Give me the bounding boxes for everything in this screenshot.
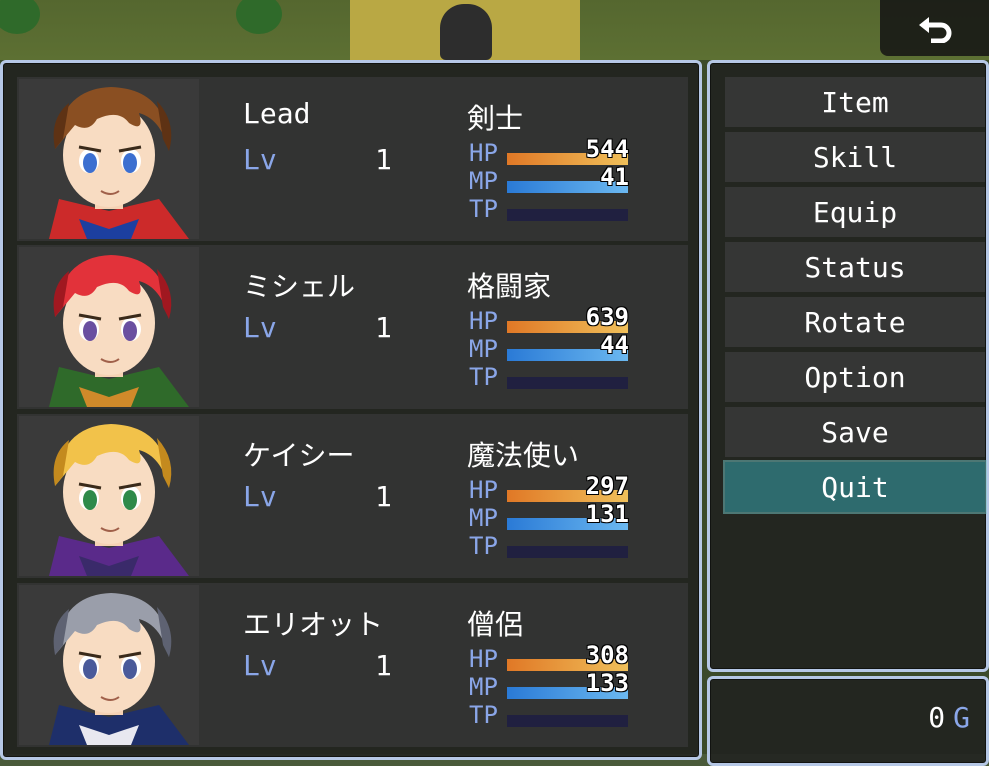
back-button[interactable] xyxy=(880,0,989,56)
actor-row[interactable]: ケイシー Lv 1 魔法使い HP 297 MP 131 TP xyxy=(17,414,688,578)
menu-command-option[interactable]: Option xyxy=(725,352,985,402)
level-label: Lv xyxy=(243,480,277,513)
actor-class: 格闘家 xyxy=(467,270,552,303)
mp-gauge: MP 131 xyxy=(469,500,639,532)
mp-label: MP xyxy=(469,335,498,363)
mp-gauge: MP 44 xyxy=(469,331,639,363)
gold-display: 0G xyxy=(928,701,970,734)
hp-label: HP xyxy=(469,307,498,335)
level-value: 1 xyxy=(375,143,392,176)
level-value: 1 xyxy=(375,311,392,344)
mp-label: MP xyxy=(469,673,498,701)
mp-gauge: MP 41 xyxy=(469,163,639,195)
party-status-window: Lead Lv 1 剣士 HP 544 MP 41 TP ミシェル Lv 1 格… xyxy=(0,60,702,760)
tree-sprite xyxy=(0,0,40,34)
actor-row[interactable]: ミシェル Lv 1 格闘家 HP 639 MP 44 TP xyxy=(17,245,688,409)
menu-command-save[interactable]: Save xyxy=(725,407,985,457)
actor-class: 魔法使い xyxy=(467,439,580,472)
tp-bar-track xyxy=(507,377,628,389)
hp-label: HP xyxy=(469,645,498,673)
menu-command-skill[interactable]: Skill xyxy=(725,132,985,182)
tp-bar-track xyxy=(507,209,628,221)
tp-gauge: TP xyxy=(469,701,639,729)
menu-command-status[interactable]: Status xyxy=(725,242,985,292)
mp-gauge: MP 133 xyxy=(469,669,639,701)
actor-row[interactable]: エリオット Lv 1 僧侶 HP 308 MP 133 TP xyxy=(17,583,688,747)
tp-gauge: TP xyxy=(469,532,639,560)
actor-face-portrait xyxy=(19,416,199,576)
menu-command-rotate[interactable]: Rotate xyxy=(725,297,985,347)
level-value: 1 xyxy=(375,480,392,513)
actor-face-portrait xyxy=(19,585,199,745)
hp-value: 639 xyxy=(585,303,629,331)
level-label: Lv xyxy=(243,311,277,344)
tp-gauge: TP xyxy=(469,195,639,223)
tp-bar-track xyxy=(507,546,628,558)
gold-window: 0G xyxy=(707,676,989,766)
mp-value: 41 xyxy=(600,163,629,191)
menu-command-quit[interactable]: Quit xyxy=(723,460,987,514)
actor-name: Lead xyxy=(243,97,311,130)
hp-value: 297 xyxy=(585,472,629,500)
hp-value: 544 xyxy=(585,135,629,163)
hp-label: HP xyxy=(469,139,498,167)
tree-sprite xyxy=(236,0,282,34)
hp-value: 308 xyxy=(585,641,629,669)
menu-command-item[interactable]: Item xyxy=(725,77,985,127)
return-arrow-icon xyxy=(918,17,951,43)
tp-gauge: TP xyxy=(469,363,639,391)
mp-value: 131 xyxy=(585,500,629,528)
gold-unit: G xyxy=(953,701,970,734)
mp-value: 133 xyxy=(585,669,629,697)
pot-sprite xyxy=(440,4,492,60)
actor-name: エリオット xyxy=(243,608,384,641)
level-label: Lv xyxy=(243,143,277,176)
actor-name: ミシェル xyxy=(243,270,356,303)
actor-name: ケイシー xyxy=(243,439,355,472)
tp-label: TP xyxy=(469,701,498,729)
mp-label: MP xyxy=(469,167,498,195)
actor-face-portrait xyxy=(19,79,199,239)
actor-class: 剣士 xyxy=(467,102,524,135)
hp-label: HP xyxy=(469,476,498,504)
tp-label: TP xyxy=(469,363,498,391)
tp-label: TP xyxy=(469,195,498,223)
actor-class: 僧侶 xyxy=(467,608,524,641)
actor-face-portrait xyxy=(19,247,199,407)
menu-command-equip[interactable]: Equip xyxy=(725,187,985,237)
gold-value: 0 xyxy=(928,701,946,734)
mp-label: MP xyxy=(469,504,498,532)
mp-value: 44 xyxy=(600,331,629,359)
level-label: Lv xyxy=(243,649,277,682)
menu-command-window: Item Skill Equip Status Rotate Option Save Quit xyxy=(707,60,989,672)
tp-label: TP xyxy=(469,532,498,560)
actor-row[interactable]: Lead Lv 1 剣士 HP 544 MP 41 TP xyxy=(17,77,688,241)
tp-bar-track xyxy=(507,715,628,727)
level-value: 1 xyxy=(375,649,392,682)
